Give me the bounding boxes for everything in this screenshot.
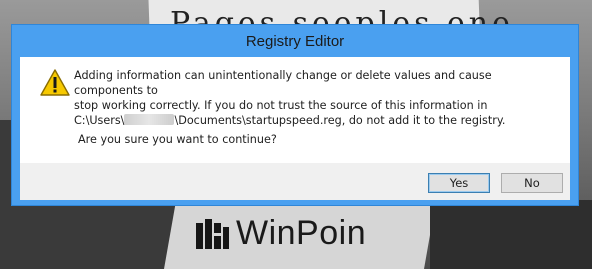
dialog-content: Adding information can unintentionally c… — [20, 57, 570, 163]
background-dark-area — [430, 200, 592, 269]
redacted-username — [124, 114, 175, 125]
warning-icon — [40, 69, 70, 96]
message-line: stop working correctly. If you do not tr… — [74, 99, 488, 112]
winpoin-watermark: WinPoin — [196, 214, 366, 253]
yes-button[interactable]: Yes — [428, 173, 490, 193]
message-line: Adding information can unintentionally c… — [74, 69, 492, 97]
no-button[interactable]: No — [501, 173, 563, 193]
path-suffix: \Documents\startupspeed.reg, do not add … — [174, 114, 506, 127]
dialog-question: Are you sure you want to continue? — [78, 133, 277, 146]
dialog-message: Adding information can unintentionally c… — [74, 68, 564, 128]
dialog-button-bar: Yes No — [20, 163, 570, 200]
message-line: C:\Users\ \Documents\startupspeed.reg, do… — [74, 113, 564, 128]
winpoin-logo-icon — [196, 217, 230, 251]
path-prefix: C:\Users\ — [74, 114, 125, 127]
dialog-title: Registry Editor — [245, 32, 345, 50]
registry-editor-dialog: Registry Editor Adding information can u… — [11, 24, 579, 206]
dialog-titlebar[interactable]: Registry Editor — [12, 25, 578, 57]
watermark-text: WinPoin — [236, 214, 367, 252]
